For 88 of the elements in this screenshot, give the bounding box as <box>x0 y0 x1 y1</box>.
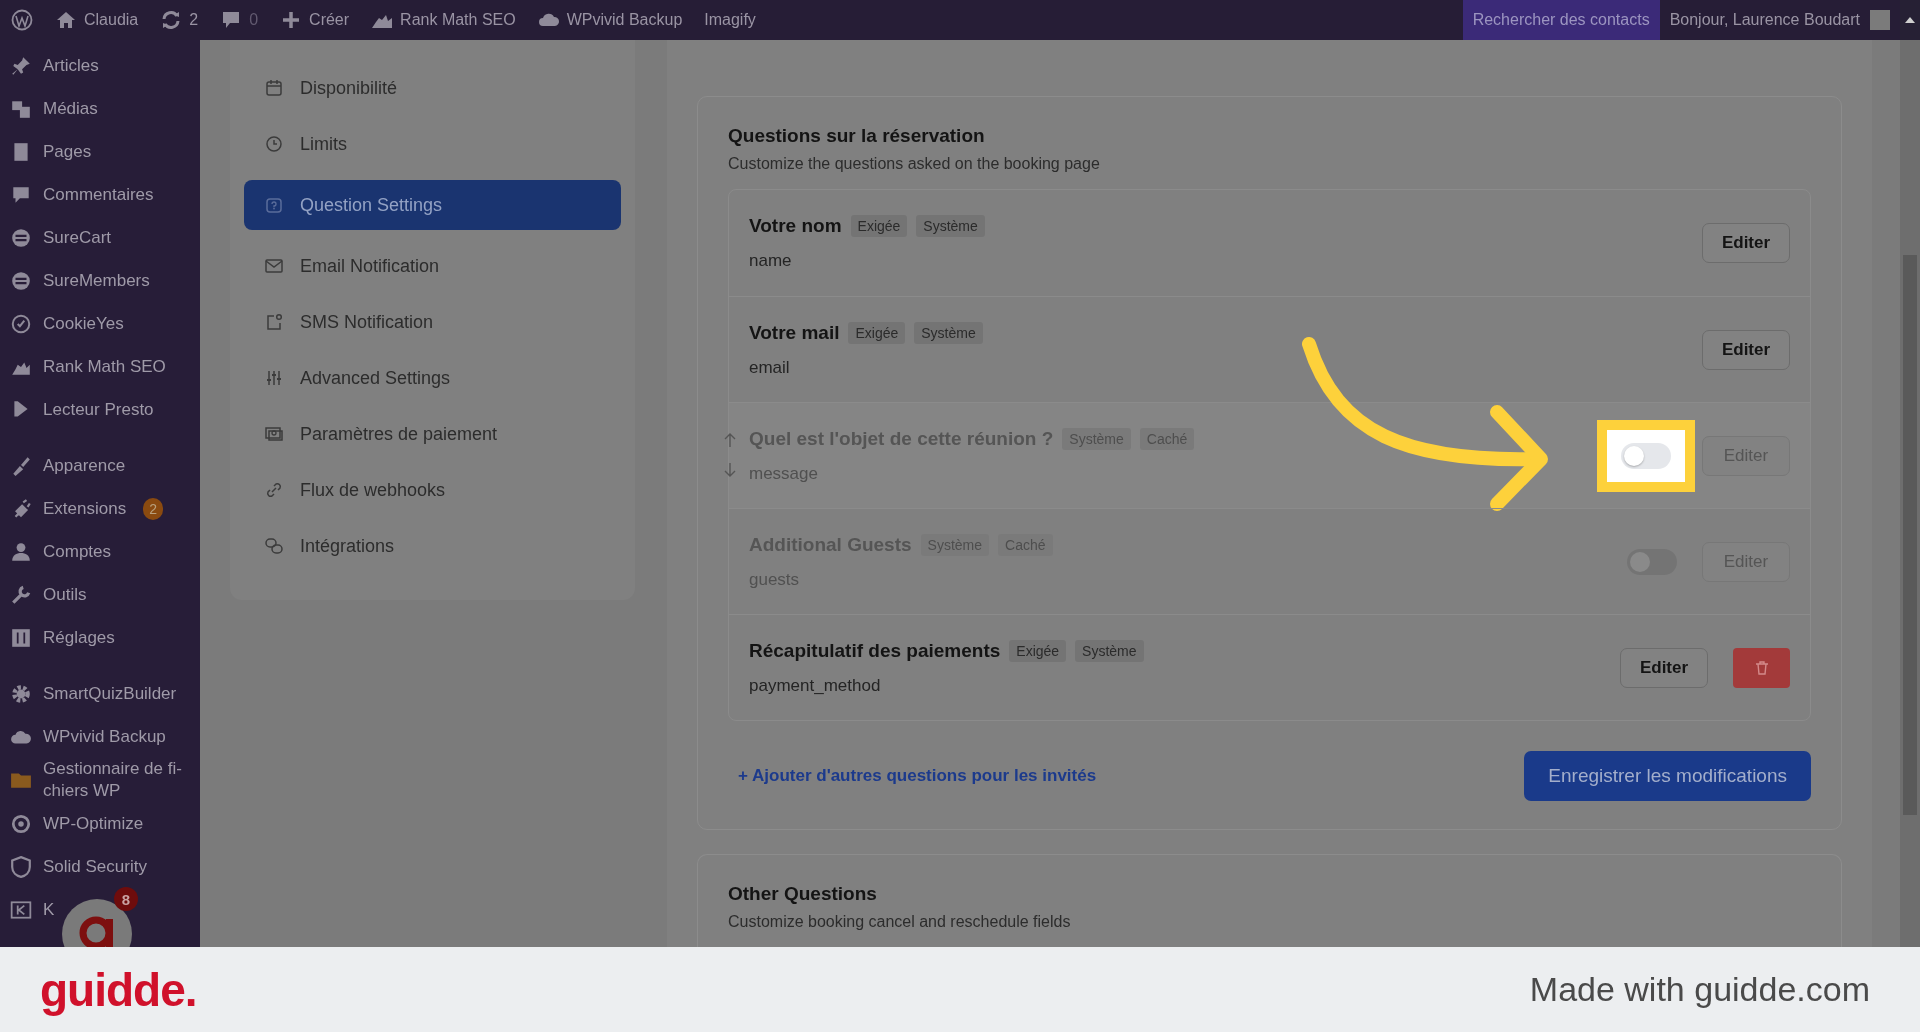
toolbar-menu[interactable]: WPvivid Backup <box>566 11 683 29</box>
settings-tab[interactable]: Limits <box>244 124 621 164</box>
contact-search-link[interactable]: Rechercher des contacts <box>1462 0 1660 40</box>
striped-circle-icon <box>10 269 32 292</box>
site-link[interactable]: Claudia <box>84 11 139 29</box>
toggle-switch[interactable] <box>1621 442 1671 469</box>
striped-circle-icon <box>10 226 32 249</box>
tag: Exigée <box>850 215 908 237</box>
scroll-up-icon[interactable] <box>1905 17 1915 23</box>
home-icon <box>55 9 77 31</box>
message-icon <box>264 312 284 332</box>
clock-icon <box>264 134 284 154</box>
settings-tab[interactable]: Flux de webhooks <box>244 470 621 510</box>
envelope-icon <box>264 256 284 276</box>
person-icon <box>10 540 32 563</box>
framed-k-icon <box>10 898 32 921</box>
pin-icon <box>10 54 32 77</box>
trash-icon <box>1753 659 1770 676</box>
check-circle-icon <box>10 312 32 335</box>
toolbar-menu[interactable]: Rank Math SEO <box>400 11 516 29</box>
settings-tab[interactable]: Disponibilité <box>244 68 621 108</box>
eye-icon <box>10 812 32 835</box>
section-title: Questions sur la réservation <box>728 125 986 147</box>
edit-button[interactable]: Editer <box>1702 223 1790 263</box>
section-subtitle: Customize booking cancel and reschedule fields <box>728 913 1072 931</box>
sidebar-item[interactable]: Réglages <box>43 626 115 649</box>
save-button[interactable]: Enregistrer les modifications <box>1524 751 1811 801</box>
update-count[interactable]: 2 <box>189 11 199 29</box>
wordpress-logo-icon[interactable] <box>11 9 33 31</box>
sidebar-item[interactable]: Solid Security <box>43 855 147 878</box>
create-menu[interactable]: Créer <box>309 11 350 29</box>
settings-tab[interactable]: Email Notification <box>244 246 621 286</box>
count-badge: 2 <box>143 497 164 520</box>
banknote-icon <box>264 424 284 444</box>
sidebar-item[interactable]: SureMembers <box>43 269 150 292</box>
move-up-icon[interactable] <box>723 431 737 449</box>
question-icon <box>264 195 284 215</box>
brush-icon <box>10 454 32 477</box>
settings-tab[interactable]: Question Settings <box>244 180 621 230</box>
sidebar-item[interactable]: CookieYes <box>43 312 124 335</box>
question-title: Votre nom <box>749 215 842 237</box>
settings-tab[interactable]: Paramètres de paiement <box>244 414 621 454</box>
gear-icon <box>10 682 32 705</box>
field-name: email <box>749 357 791 378</box>
field-name: payment_method <box>749 675 882 696</box>
settings-tab[interactable]: SMS Notification <box>244 302 621 342</box>
sidebar-item[interactable]: Rank Math SEO <box>43 355 166 378</box>
toolbar-menu[interactable]: Imagify <box>704 11 756 29</box>
sidebar-item[interactable]: Articles <box>43 54 99 77</box>
sidebar-item[interactable]: SmartQuizBuilder <box>43 682 177 705</box>
calendar-icon <box>264 78 284 98</box>
delete-button[interactable] <box>1733 647 1790 688</box>
sidebar-item[interactable]: Lecteur Presto <box>43 398 154 421</box>
sidebar-item[interactable]: WPvivid Backup <box>43 725 166 748</box>
edit-button[interactable]: Editer <box>1702 329 1790 370</box>
tag: Exigée <box>1009 639 1067 662</box>
sidebar-item[interactable]: Extensions <box>43 497 127 520</box>
sidebar-item[interactable]: Médias <box>43 97 98 120</box>
sidebar-item[interactable]: SureCart <box>43 226 112 249</box>
sidebar-item[interactable]: Apparence <box>43 454 126 477</box>
sidebar-item[interactable]: Gestionnaire de fi- chiers WP <box>43 758 190 802</box>
greeting-text[interactable]: Bonjour, Laurence Boudart <box>1669 11 1860 29</box>
sidebar-item[interactable]: WP-Optimize <box>43 812 144 835</box>
sidebar-item[interactable]: Pages <box>43 140 92 163</box>
move-down-icon[interactable] <box>723 461 737 479</box>
link-icon <box>264 480 284 500</box>
section-title: Other Questions <box>728 883 878 905</box>
sidebar-item[interactable]: Commentaires <box>43 183 154 206</box>
brand-logo: guidde. <box>40 962 197 1017</box>
sidebar-item[interactable]: Outils <box>43 583 87 606</box>
credit-text: Made with guidde.com <box>1529 970 1870 1009</box>
question-title: Votre mail <box>749 321 840 344</box>
settings-tab[interactable]: Intégrations <box>244 526 621 566</box>
wrench-icon <box>10 583 32 606</box>
shield-icon <box>10 855 32 878</box>
question-title: Récapitulatif des paiements <box>749 639 1001 662</box>
section-subtitle: Customize the questions asked on the booking page <box>728 155 1101 173</box>
tag: Système <box>1075 639 1144 662</box>
tag: Exigée <box>848 321 906 344</box>
edit-button[interactable]: Editer <box>1620 647 1708 688</box>
sidebar-item[interactable]: Comptes <box>43 540 112 563</box>
sidebar-item[interactable]: K <box>43 898 55 921</box>
chain-icon <box>264 536 284 556</box>
settings-tab[interactable]: Advanced Settings <box>244 358 621 398</box>
notification-badge: 8 <box>114 887 138 911</box>
tag: Système <box>916 215 985 237</box>
tag: Système <box>914 321 983 344</box>
field-name: name <box>749 251 793 271</box>
